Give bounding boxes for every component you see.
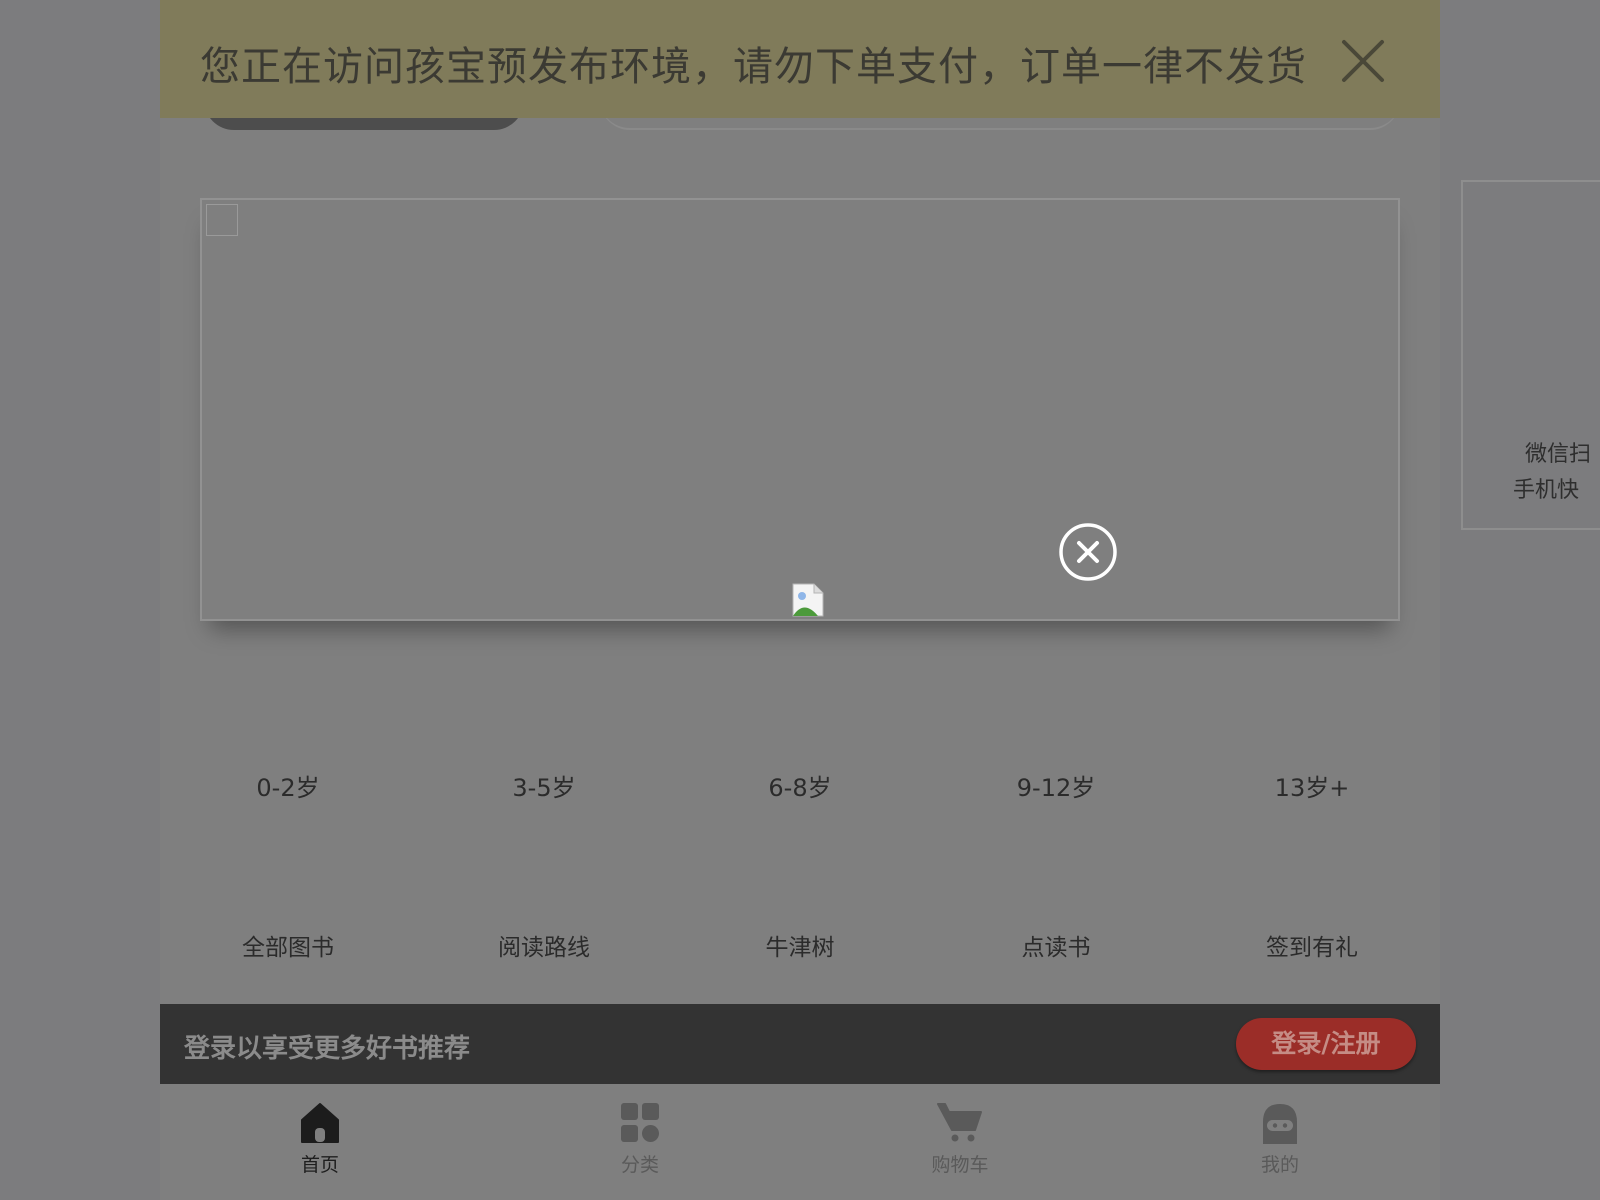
category-nav-item[interactable]: 全部图书 [160,928,416,962]
tab-cart[interactable]: 购物车 [800,1084,1120,1200]
close-icon[interactable] [1340,38,1386,84]
login-register-button[interactable]: 登录/注册 [1236,1018,1416,1070]
circle-close-icon[interactable] [1058,522,1118,582]
age-nav-item[interactable]: 6-8岁 [672,768,928,802]
tab-label: 首页 [300,1154,339,1176]
mobile-page: 您正在访问孩宝预发布环境，请勿下单支付，订单一律不发货 0-2岁 3-5岁 6-… [160,0,1440,1200]
env-warning-banner: 您正在访问孩宝预发布环境，请勿下单支付，订单一律不发货 [160,0,1440,118]
tab-category[interactable]: 分类 [480,1084,800,1200]
tab-profile[interactable]: 我的 [1120,1084,1440,1200]
home-icon [300,1102,340,1144]
category-nav: 全部图书 阅读路线 牛津树 点读书 签到有礼 [160,928,1440,962]
env-warning-text: 您正在访问孩宝预发布环境，请勿下单支付，订单一律不发货 [200,44,1307,90]
broken-image-placeholder [206,204,238,236]
qr-side-panel: 微信扫 手机快 [1461,180,1600,530]
promo-carousel[interactable] [200,198,1400,621]
tab-label: 分类 [620,1154,659,1176]
login-prompt-text: 登录以享受更多好书推荐 [184,1034,471,1064]
tab-home[interactable]: 首页 [160,1084,480,1200]
bottom-tab-bar: 首页 分类 购物车 我的 [160,1084,1440,1200]
age-nav-item[interactable]: 13岁+ [1184,768,1440,802]
cart-icon [937,1102,982,1144]
login-prompt-bar: 登录以享受更多好书推荐 登录/注册 [160,1004,1440,1084]
age-nav-item[interactable]: 9-12岁 [928,768,1184,802]
profile-icon [1260,1102,1300,1144]
qr-side-line: 手机快 [1513,478,1580,503]
qr-side-line: 微信扫 [1525,442,1592,467]
category-nav-item[interactable]: 点读书 [928,928,1184,962]
age-nav: 0-2岁 3-5岁 6-8岁 9-12岁 13岁+ [160,768,1440,802]
tab-label: 购物车 [931,1154,989,1176]
age-nav-item[interactable]: 0-2岁 [160,768,416,802]
age-nav-item[interactable]: 3-5岁 [416,768,672,802]
qr-side-text: 微信扫 手机快 [1513,437,1592,509]
broken-image-icon [792,583,824,617]
category-nav-item[interactable]: 签到有礼 [1184,928,1440,962]
category-nav-item[interactable]: 阅读路线 [416,928,672,962]
grid-icon [620,1102,660,1144]
tab-label: 我的 [1260,1154,1299,1176]
category-nav-item[interactable]: 牛津树 [672,928,928,962]
